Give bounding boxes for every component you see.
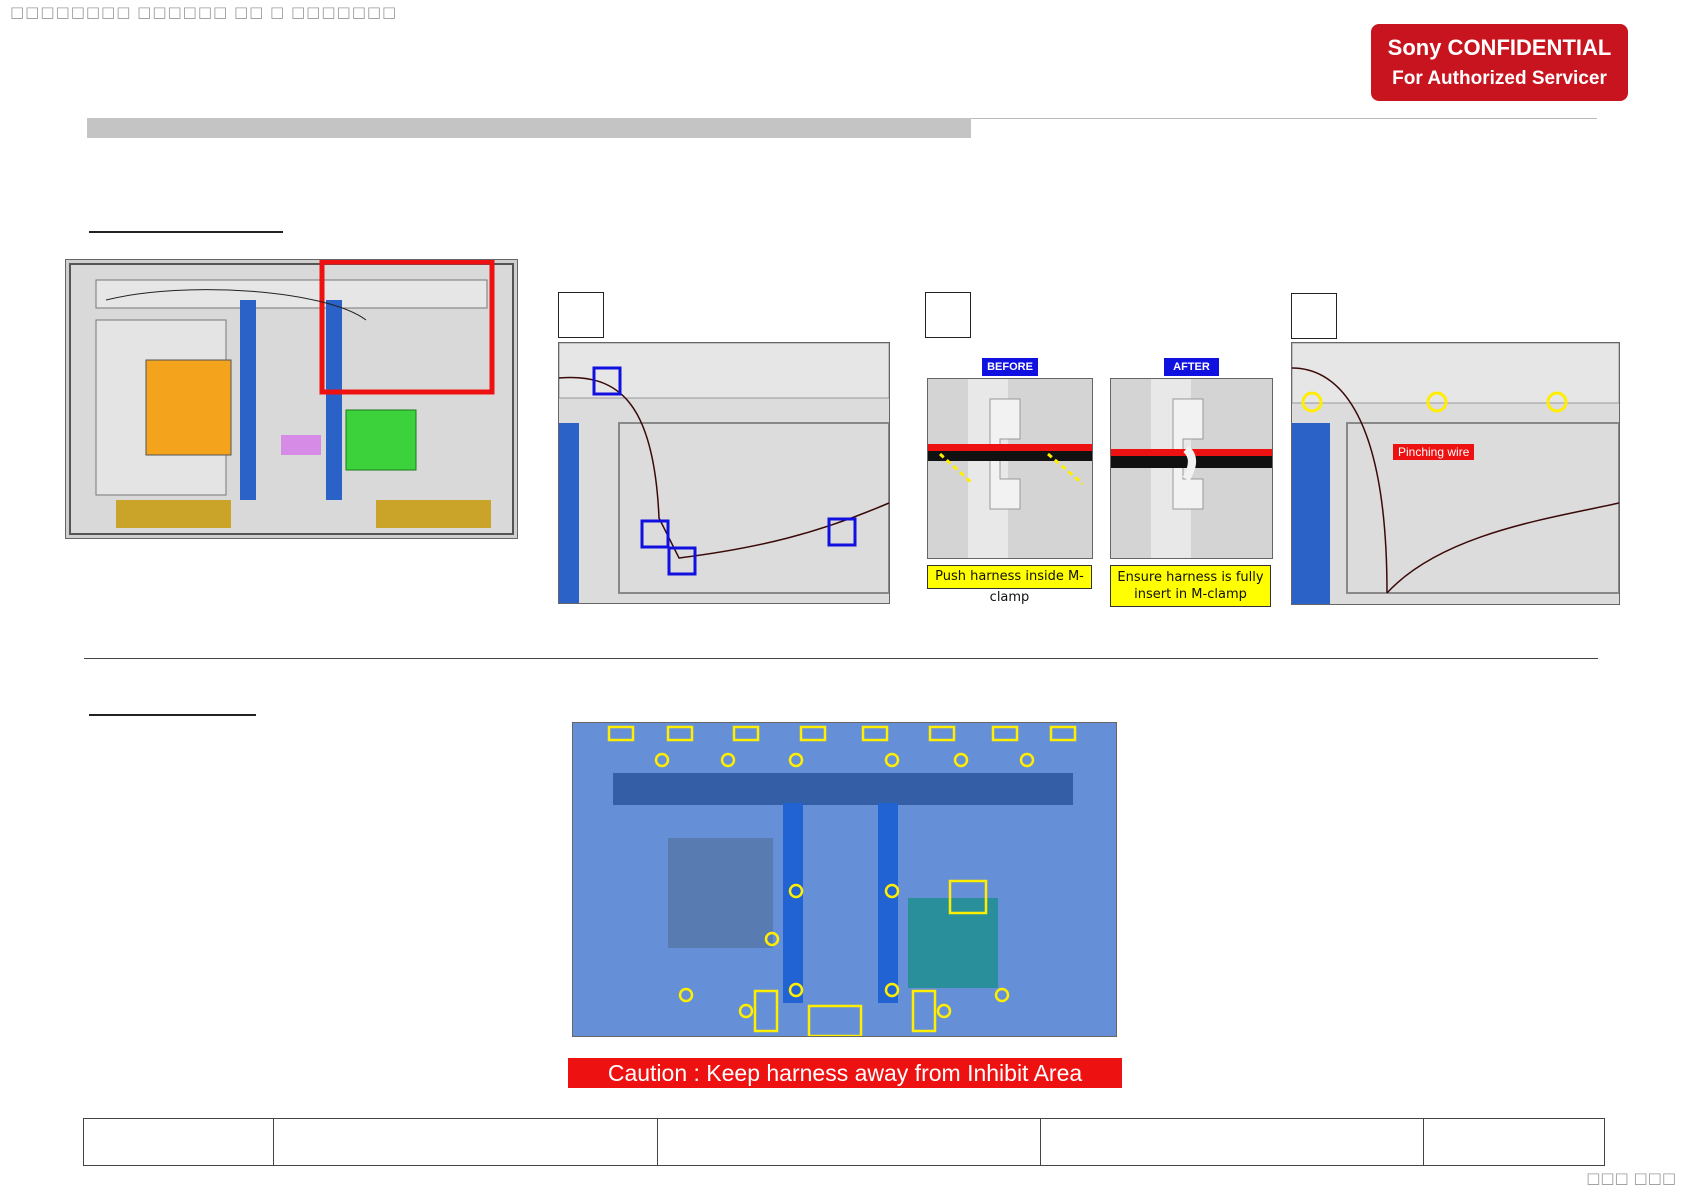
confidential-line2: For Authorized Servicer bbox=[1392, 68, 1607, 89]
after-tag: AFTER bbox=[1164, 358, 1219, 376]
before-caption: Push harness inside M-clamp bbox=[927, 565, 1092, 605]
confidential-badge: Sony CONFIDENTIAL For Authorized Service… bbox=[1371, 24, 1628, 101]
section-separator bbox=[84, 658, 1598, 659]
footer-cell bbox=[83, 1118, 274, 1166]
inhibit-area-image bbox=[572, 722, 1117, 1037]
step-box-2 bbox=[925, 292, 971, 338]
harness-route-detail-image bbox=[558, 342, 890, 604]
before-mclamp-image bbox=[927, 378, 1093, 559]
caution-banner: Caution : Keep harness away from Inhibit… bbox=[568, 1058, 1122, 1088]
page-number: □□□ □□□ bbox=[1586, 1169, 1676, 1187]
footer-cell bbox=[1423, 1118, 1605, 1166]
after-mclamp-image bbox=[1110, 378, 1273, 559]
garbled-title: □□□□□□□□ □□□□□□ □□ □ □□□□□□□ bbox=[10, 3, 398, 21]
header-bar bbox=[87, 118, 971, 138]
confidential-line1: Sony CONFIDENTIAL bbox=[1387, 35, 1612, 60]
step-box-1 bbox=[558, 292, 604, 338]
footer-table bbox=[83, 1118, 1605, 1166]
section2-heading-underline bbox=[89, 714, 256, 716]
footer-cell bbox=[273, 1118, 658, 1166]
tv-rear-overview-image bbox=[65, 259, 518, 539]
after-caption: Ensure harness is fully insert in M-clam… bbox=[1110, 565, 1271, 607]
footer-cell bbox=[657, 1118, 1041, 1166]
pinching-wire-label: Pinching wire bbox=[1393, 444, 1475, 460]
pinching-wire-detail-image bbox=[1291, 342, 1620, 605]
step-box-3 bbox=[1291, 293, 1337, 339]
footer-cell bbox=[1040, 1118, 1424, 1166]
section1-heading-underline bbox=[89, 231, 283, 233]
before-tag: BEFORE bbox=[982, 358, 1038, 376]
